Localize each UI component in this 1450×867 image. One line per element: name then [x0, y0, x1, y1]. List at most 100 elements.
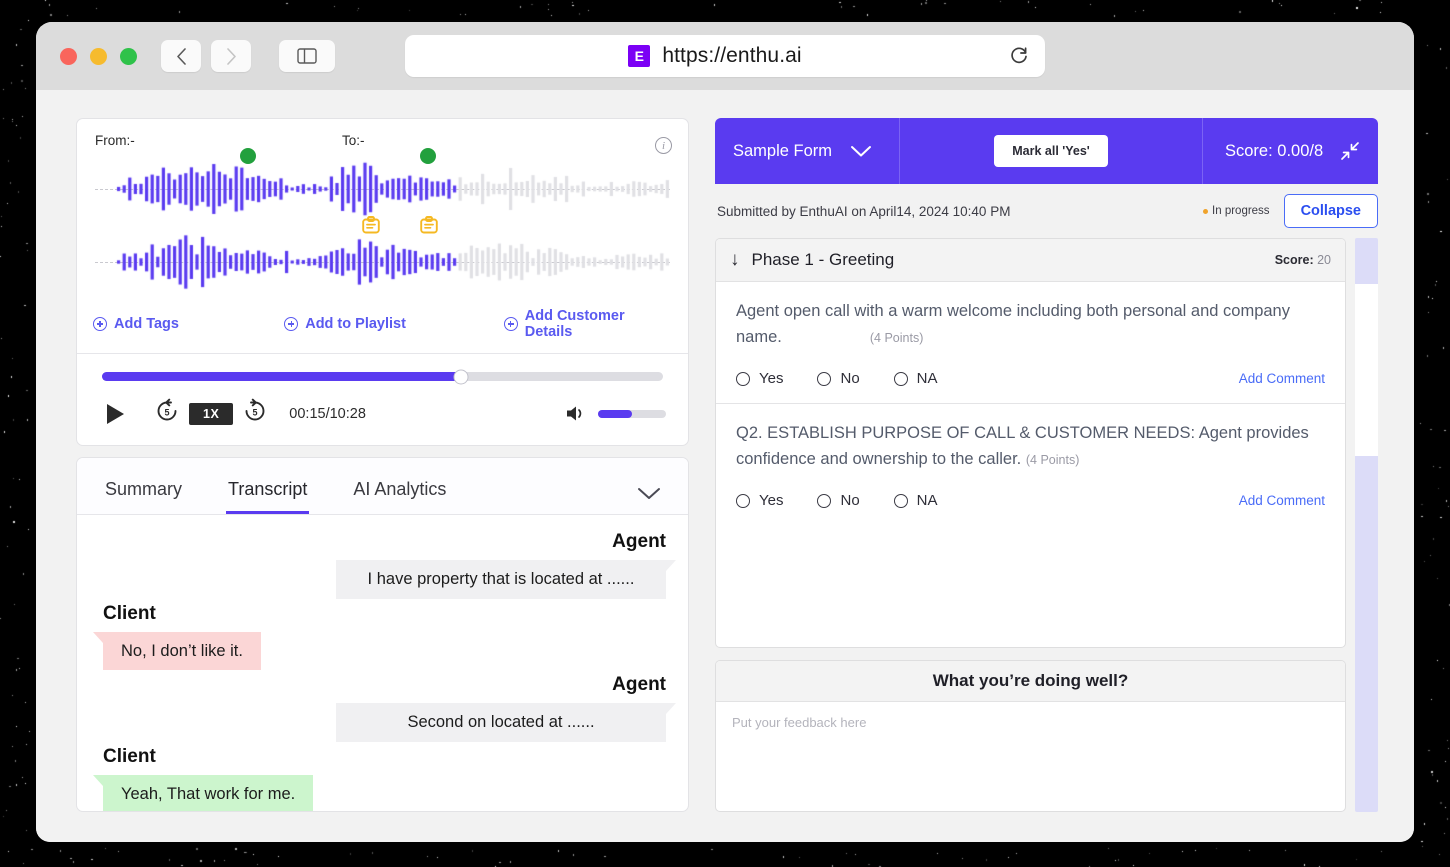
option-na[interactable]: NA — [893, 492, 938, 510]
waveform-bottom[interactable] — [95, 232, 675, 292]
option-label: NA — [916, 370, 938, 388]
radio-icon[interactable] — [736, 493, 750, 508]
collapse-diagonal-icon[interactable] — [1338, 139, 1362, 163]
feedback-input[interactable]: Put your feedback here — [716, 702, 1345, 811]
add-tags-button[interactable]: Add Tags — [93, 308, 284, 340]
site-favicon: E — [628, 45, 651, 67]
waveform-canvas-top — [95, 156, 675, 222]
browser-nav-buttons — [161, 40, 335, 72]
forward-button[interactable] — [211, 40, 251, 72]
add-customer-details-label: Add Customer Details — [524, 308, 625, 340]
transcript-speaker: Agent — [612, 531, 666, 552]
svg-text:5: 5 — [253, 408, 258, 418]
plus-circle-icon — [284, 317, 299, 331]
transcript-tabbar: Summary Transcript AI Analytics — [77, 458, 688, 515]
timecode-display: 00:15/10:28 — [289, 405, 366, 422]
form-scrollbar-thumb[interactable] — [1355, 283, 1378, 457]
chevron-down-icon — [638, 488, 660, 499]
radio-icon[interactable] — [817, 371, 832, 386]
close-window-button[interactable] — [60, 47, 77, 65]
option-na[interactable]: NA — [893, 370, 938, 388]
question-text: Q2. ESTABLISH PURPOSE OF CALL & CUSTOMER… — [736, 421, 1325, 472]
form-scrollbar[interactable] — [1355, 238, 1378, 812]
answer-options: Yes No NA Add Comment — [736, 370, 1325, 387]
feedback-card: What you’re doing well? Put your feedbac… — [715, 660, 1346, 812]
mark-all-yes-button[interactable]: Mark all 'Yes' — [994, 135, 1108, 167]
chevron-left-icon — [176, 47, 186, 65]
browser-window: E https://enthu.ai From:- To:- i Add Tag… — [36, 22, 1414, 842]
option-no[interactable]: No — [817, 492, 860, 509]
playback-speed-button[interactable]: 1X — [189, 402, 234, 425]
sidebar-toggle-button[interactable] — [279, 40, 335, 72]
player-links-row: Add Tags Add to Playlist Add Customer De… — [77, 296, 688, 354]
option-label: NA — [916, 492, 938, 510]
phase-header[interactable]: ↓ Phase 1 - Greeting Score: 20 — [716, 239, 1345, 282]
status-dot-icon — [1203, 208, 1209, 214]
add-to-playlist-label: Add to Playlist — [305, 316, 406, 332]
collapse-transcript-button[interactable] — [636, 486, 662, 514]
maximize-window-button[interactable] — [120, 47, 137, 65]
form-selector[interactable]: Sample Form — [715, 118, 900, 184]
feedback-placeholder: Put your feedback here — [732, 715, 867, 730]
status-label: In progress — [1212, 205, 1270, 217]
forward-5-button[interactable]: 5 — [242, 398, 268, 429]
transcript-bubble: Second on located at ...... — [336, 703, 676, 742]
seek-bar[interactable] — [102, 369, 663, 384]
tab-transcript[interactable]: Transcript — [226, 479, 310, 514]
form-submitted-row: Submitted by EnthuAI on April14, 2024 10… — [715, 184, 1378, 238]
radio-icon[interactable] — [736, 371, 750, 386]
collapse-button[interactable]: Collapse — [1283, 194, 1378, 228]
info-icon[interactable]: i — [655, 137, 672, 154]
rewind-5-icon: 5 — [157, 398, 177, 421]
url-text: https://enthu.ai — [662, 44, 802, 67]
radio-icon[interactable] — [893, 493, 908, 508]
transcript-bubble: Yeah, That work for me. — [92, 774, 314, 811]
waveform-canvas-bottom — [95, 232, 675, 292]
radio-icon[interactable] — [893, 371, 908, 386]
volume-slider[interactable] — [598, 409, 666, 418]
tab-summary[interactable]: Summary — [103, 479, 184, 514]
browser-titlebar: E https://enthu.ai — [36, 22, 1414, 90]
option-no[interactable]: No — [817, 370, 860, 387]
transcript-speaker: Client — [103, 745, 156, 767]
plus-circle-icon — [503, 317, 518, 331]
option-yes[interactable]: Yes — [736, 370, 783, 387]
transcript-list: Agent I have property that is located at… — [77, 515, 688, 811]
back-button[interactable] — [161, 40, 201, 72]
address-bar-content: E https://enthu.ai — [421, 44, 1009, 68]
option-yes[interactable]: Yes — [736, 492, 783, 509]
minimize-window-button[interactable] — [90, 47, 107, 65]
add-comment-link[interactable]: Add Comment — [1239, 371, 1325, 386]
question-text: Agent open call with a warm welcome incl… — [736, 299, 1325, 350]
left-column: From:- To:- i Add Tags Add to Playlist A… — [76, 118, 689, 812]
tab-ai-analytics[interactable]: AI Analytics — [351, 479, 448, 514]
seek-progress — [102, 372, 462, 381]
waveform-marker-green-2[interactable] — [419, 148, 436, 164]
radio-icon[interactable] — [817, 493, 832, 508]
chevron-right-icon — [226, 47, 236, 65]
answer-options: Yes No NA Add Comment — [736, 492, 1325, 509]
transcript-turn: Client Yeah, That work for me. — [92, 745, 666, 811]
add-customer-details-button[interactable]: Add Customer Details — [503, 308, 672, 340]
add-comment-link[interactable]: Add Comment — [1239, 493, 1325, 508]
question-points: (4 Points) — [1025, 452, 1080, 467]
phase-score-label: Score: — [1274, 253, 1314, 267]
seek-handle[interactable] — [453, 369, 469, 384]
waveform-top[interactable] — [95, 148, 675, 234]
volume-icon[interactable] — [565, 404, 587, 423]
rewind-5-button[interactable]: 5 — [154, 398, 180, 429]
reload-icon[interactable] — [1009, 46, 1029, 66]
play-button[interactable] — [107, 403, 124, 424]
from-to-row: From:- To:- — [95, 133, 670, 148]
question-text-body: Q2. ESTABLISH PURPOSE OF CALL & CUSTOMER… — [736, 424, 1309, 468]
sidebar-toggle-icon — [297, 48, 317, 64]
svg-text:5: 5 — [164, 408, 169, 418]
transcript-bubble: I have property that is located at .....… — [336, 560, 676, 599]
form-body: ↓ Phase 1 - Greeting Score: 20 Agent ope… — [715, 238, 1346, 812]
address-bar[interactable]: E https://enthu.ai — [405, 35, 1045, 77]
question-item: Q2. ESTABLISH PURPOSE OF CALL & CUSTOMER… — [716, 404, 1345, 519]
waveform-marker-green-1[interactable] — [240, 148, 256, 164]
form-scroll-zone: ↓ Phase 1 - Greeting Score: 20 Agent ope… — [715, 238, 1378, 812]
add-to-playlist-button[interactable]: Add to Playlist — [284, 308, 504, 340]
transcript-bubble: No, I don’t like it. — [93, 631, 261, 671]
